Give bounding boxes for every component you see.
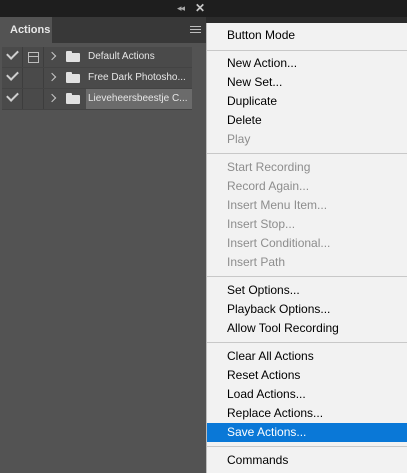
checkmark-icon [6, 68, 19, 81]
folder-icon [66, 72, 80, 83]
tab-actions[interactable]: Actions [0, 17, 52, 43]
actions-panel: Actions Default Actions Free Dark Photos… [0, 17, 206, 473]
menu-item-replace-actions[interactable]: Replace Actions... [207, 404, 407, 423]
menu-item-clear-all-actions[interactable]: Clear All Actions [207, 347, 407, 366]
menu-item-insert-conditional[interactable]: Insert Conditional... [207, 234, 407, 253]
menu-item-allow-tool-recording[interactable]: Allow Tool Recording [207, 319, 407, 338]
toggle-checkbox[interactable] [2, 89, 23, 109]
action-set-row-selected[interactable]: Lieveheersbeestje C... [2, 89, 192, 110]
menu-item-delete[interactable]: Delete [207, 111, 407, 130]
panel-flyout-menu: Button Mode New Action... New Set... Dup… [206, 23, 407, 473]
action-set-row[interactable]: Default Actions [2, 47, 192, 68]
menu-separator [207, 50, 407, 51]
menu-item-start-recording[interactable]: Start Recording [207, 158, 407, 177]
menu-item-reset-actions[interactable]: Reset Actions [207, 366, 407, 385]
menu-item-new-action[interactable]: New Action... [207, 54, 407, 73]
menu-item-commands[interactable]: Commands [207, 451, 407, 470]
close-panel-icon[interactable]: ✕ [195, 1, 205, 15]
panel-tab-bar: Actions [0, 17, 206, 43]
menu-item-load-actions[interactable]: Load Actions... [207, 385, 407, 404]
toggle-checkbox[interactable] [2, 47, 23, 67]
folder-icon [66, 93, 80, 104]
menu-item-playback-options[interactable]: Playback Options... [207, 300, 407, 319]
menu-item-insert-stop[interactable]: Insert Stop... [207, 215, 407, 234]
actions-list: Default Actions Free Dark Photosho... Li… [2, 47, 192, 110]
checkmark-icon [6, 47, 19, 60]
action-set-name: Lieveheersbeestje C... [86, 89, 192, 109]
menu-item-insert-path[interactable]: Insert Path [207, 253, 407, 272]
action-set-name: Default Actions [88, 51, 155, 62]
action-set-row[interactable]: Free Dark Photosho... [2, 68, 192, 89]
chevron-right-icon[interactable] [47, 72, 57, 82]
dialog-icon [28, 52, 39, 63]
menu-separator [207, 446, 407, 447]
menu-separator [207, 153, 407, 154]
chevron-right-icon[interactable] [47, 51, 57, 61]
menu-item-insert-menu-item[interactable]: Insert Menu Item... [207, 196, 407, 215]
menu-separator [207, 342, 407, 343]
folder-icon [66, 51, 80, 62]
checkmark-icon [6, 89, 19, 102]
dialog-toggle[interactable] [23, 68, 44, 88]
dialog-toggle[interactable] [23, 47, 44, 67]
panel-top-strip: ◂◂ ✕ [0, 0, 407, 17]
collapse-panel-icon[interactable]: ◂◂ [177, 3, 185, 14]
menu-item-set-options[interactable]: Set Options... [207, 281, 407, 300]
menu-item-record-again[interactable]: Record Again... [207, 177, 407, 196]
chevron-right-icon[interactable] [47, 93, 57, 103]
menu-separator [207, 276, 407, 277]
toggle-checkbox[interactable] [2, 68, 23, 88]
panel-menu-icon[interactable] [190, 26, 201, 35]
menu-item-new-set[interactable]: New Set... [207, 73, 407, 92]
action-set-name: Free Dark Photosho... [88, 72, 186, 83]
dialog-toggle[interactable] [23, 89, 44, 109]
menu-item-duplicate[interactable]: Duplicate [207, 92, 407, 111]
menu-item-save-actions[interactable]: Save Actions... [207, 423, 407, 442]
menu-item-play[interactable]: Play [207, 130, 407, 149]
menu-item-button-mode[interactable]: Button Mode [207, 26, 407, 45]
